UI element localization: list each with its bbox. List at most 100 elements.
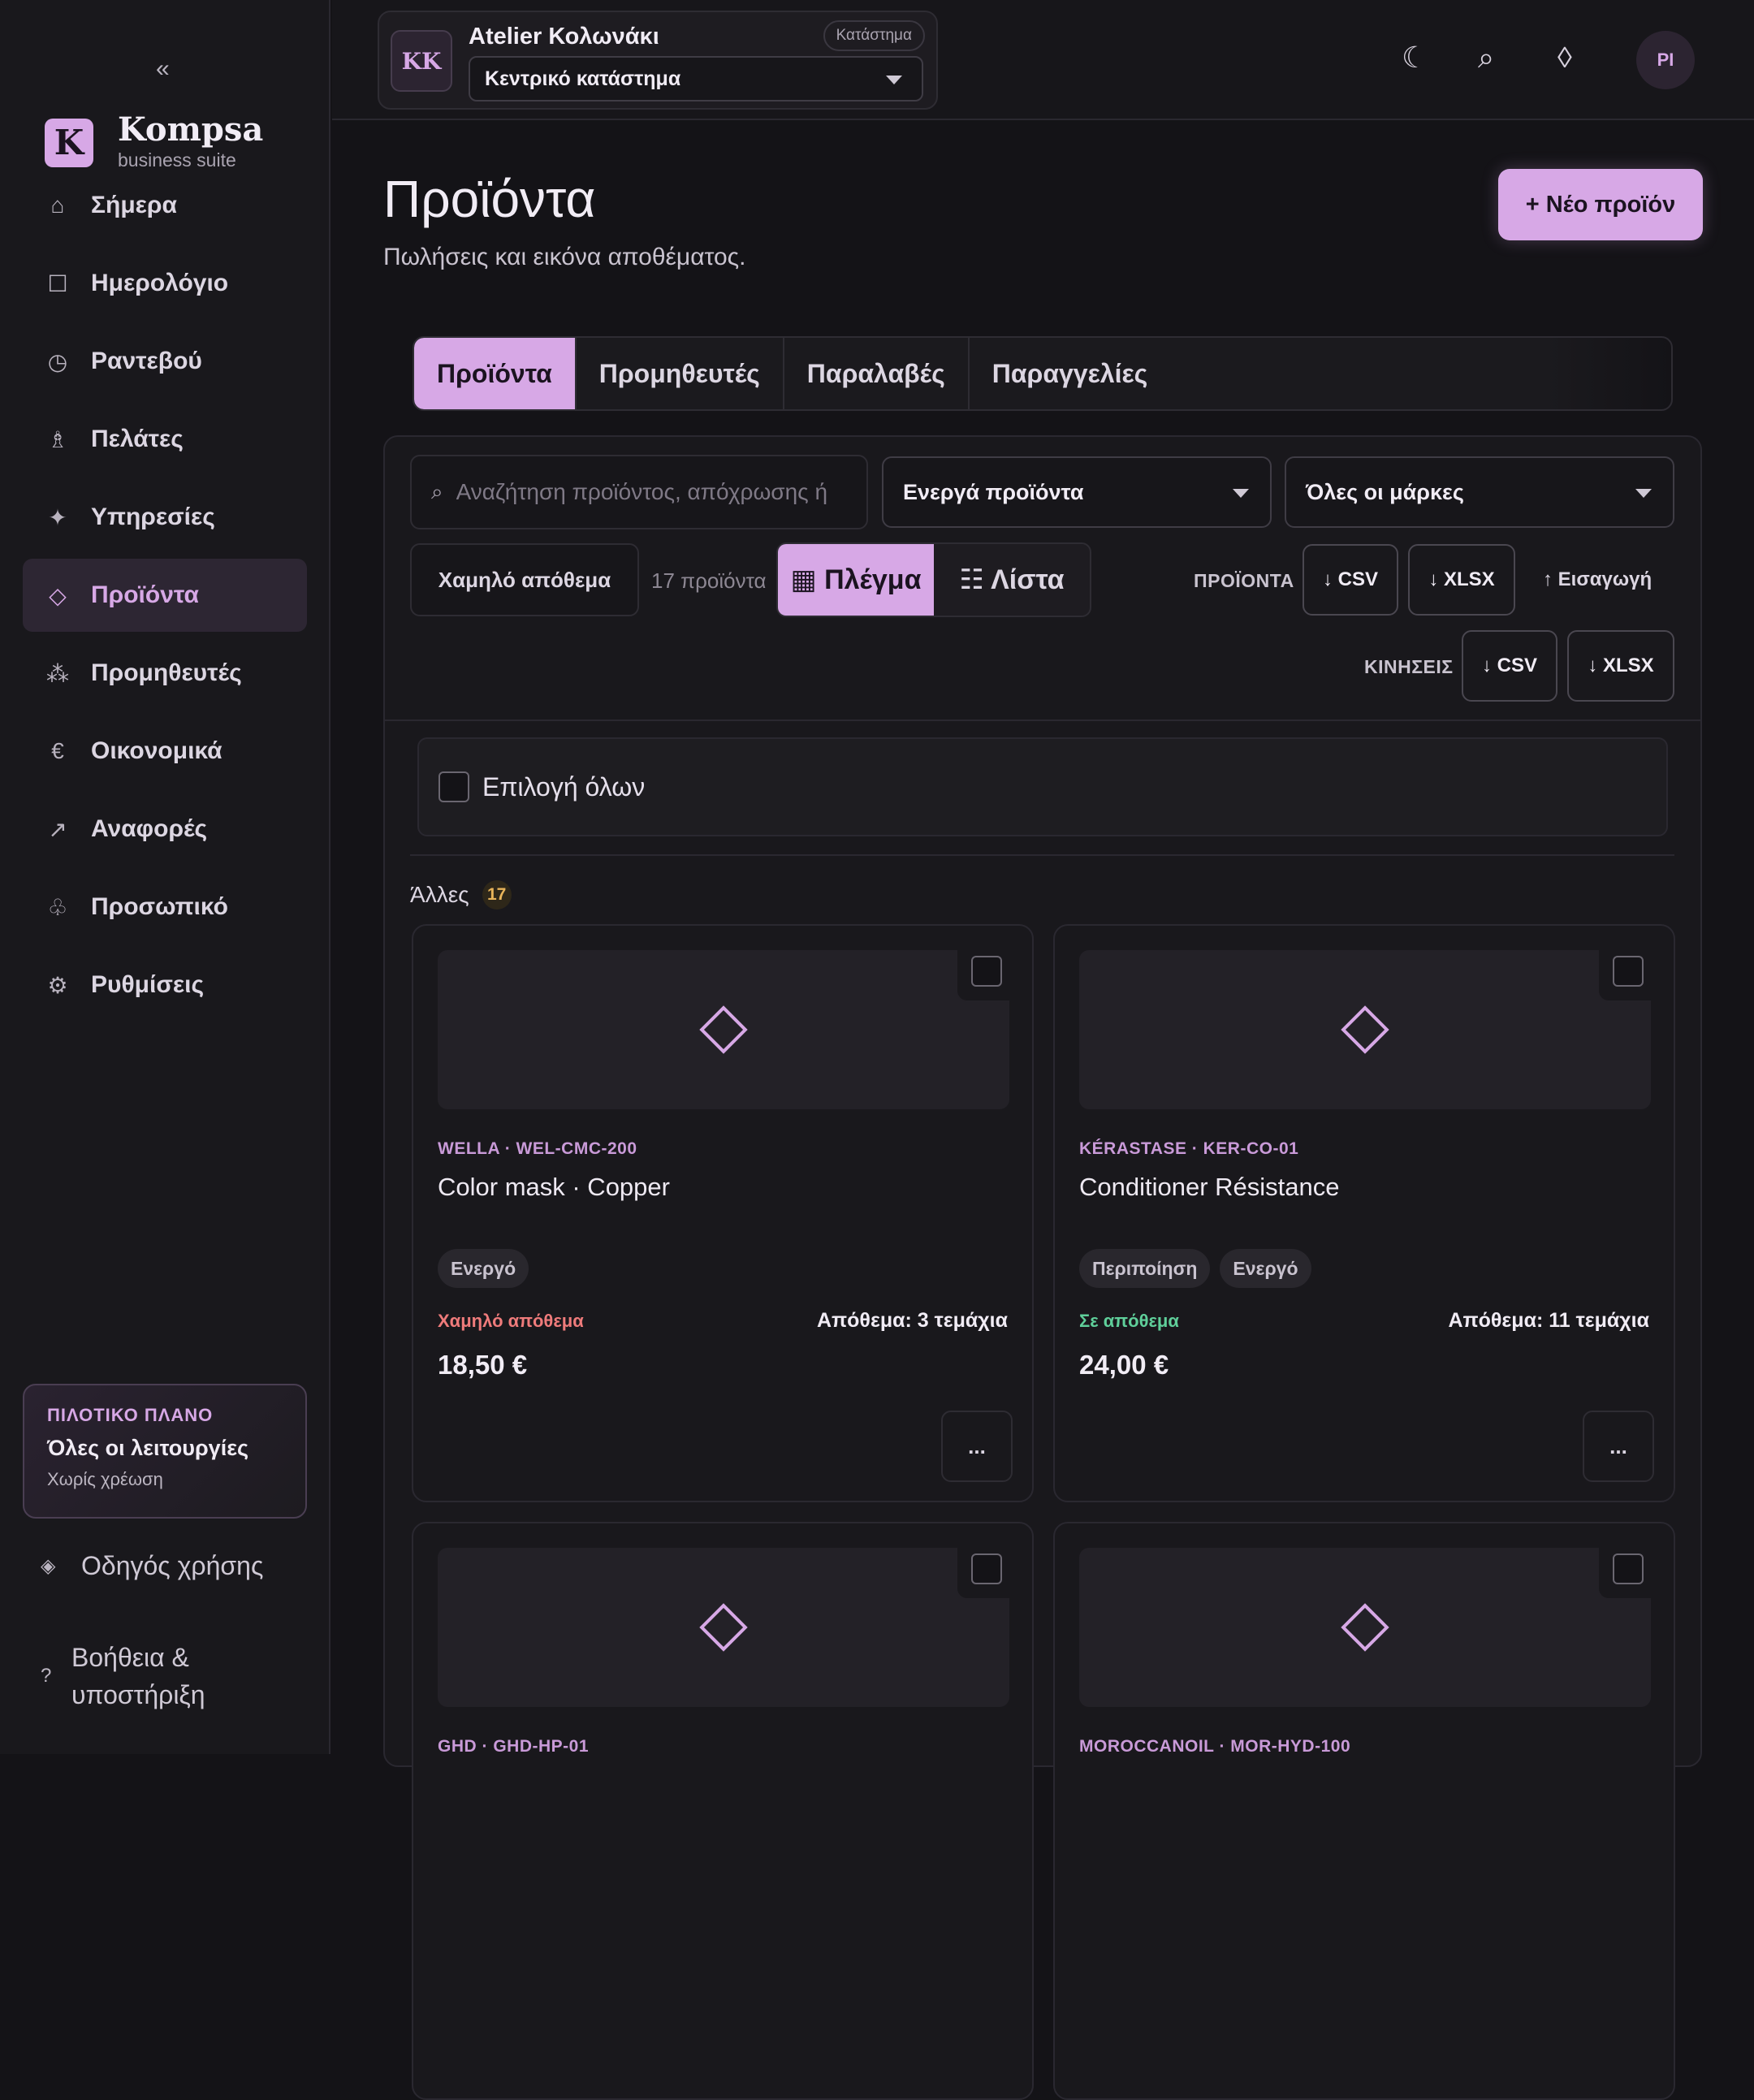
products-csv-button[interactable]: ↓ CSV bbox=[1303, 544, 1398, 616]
staff-icon: ♧ bbox=[47, 894, 68, 920]
product-checkbox[interactable] bbox=[971, 1553, 1002, 1584]
movements-csv-button[interactable]: ↓ CSV bbox=[1462, 630, 1557, 702]
user-guide-link[interactable]: ◈ Οδηγός χρήσης bbox=[41, 1551, 263, 1581]
import-button[interactable]: ↑ Εισαγωγή bbox=[1543, 568, 1652, 591]
more-actions-button[interactable]: ... bbox=[941, 1411, 1013, 1482]
product-brand-sku: MOROCCANOIL · MOR-HYD-100 bbox=[1079, 1737, 1351, 1756]
help-icon: ? bbox=[41, 1665, 52, 1687]
store-select[interactable]: Κεντρικό κατάστημα bbox=[469, 56, 923, 102]
moon-icon[interactable]: ☾ bbox=[1402, 41, 1428, 75]
stock-quantity: Απόθεμα: 3 τεμάχια bbox=[816, 1309, 1008, 1332]
sidebar-item-label: Υπηρεσίες bbox=[91, 503, 215, 530]
chevron-down-icon bbox=[1635, 489, 1652, 498]
page-title: Προϊόντα bbox=[383, 170, 596, 228]
sidebar-item-label: Ρυθμίσεις bbox=[91, 971, 205, 998]
sidebar-item-label: Ημερολόγιο bbox=[91, 270, 229, 296]
sidebar-item-label: Οικονομικά bbox=[91, 737, 222, 764]
product-checkbox[interactable] bbox=[1613, 1553, 1644, 1584]
diamond-icon[interactable]: ◊ bbox=[1557, 41, 1572, 75]
product-card[interactable]: GHD · GHD-HP-01 bbox=[412, 1522, 1034, 2100]
search-input[interactable] bbox=[456, 479, 830, 505]
diamond-icon bbox=[1341, 1603, 1389, 1652]
store-name: Atelier Κολωνάκι bbox=[469, 24, 659, 50]
store-badge: Κατάστημα bbox=[823, 20, 925, 51]
low-stock-filter-button[interactable]: Χαμηλό απόθεμα bbox=[410, 543, 639, 616]
product-image-placeholder bbox=[1079, 1548, 1651, 1707]
status-filter-value: Ενεργά προϊόντα bbox=[903, 479, 1084, 504]
products-xlsx-button[interactable]: ↓ XLSX bbox=[1408, 544, 1515, 616]
product-image-placeholder bbox=[438, 1548, 1009, 1707]
help-support-link[interactable]: ? Βοήθεια & υποστήριξη bbox=[41, 1639, 205, 1713]
sidebar-item-9[interactable]: ♧ Προσωπικό bbox=[23, 871, 307, 944]
product-card[interactable]: MOROCCANOIL · MOR-HYD-100 bbox=[1053, 1522, 1675, 2100]
diamond-icon: ◇ bbox=[49, 582, 67, 608]
collapse-sidebar-icon[interactable]: « bbox=[156, 55, 170, 83]
product-price: 18,50 € bbox=[438, 1350, 528, 1380]
sidebar-item-2[interactable]: ◷ Ραντεβού bbox=[23, 325, 307, 398]
sidebar-item-label: Προσωπικό bbox=[91, 893, 228, 920]
more-actions-button[interactable]: ... bbox=[1583, 1411, 1654, 1482]
plan-title: Όλες οι λειτουργίες bbox=[47, 1436, 249, 1460]
search-icon[interactable]: ⌕ bbox=[1478, 41, 1494, 76]
status-filter-select[interactable]: Ενεργά προϊόντα bbox=[882, 456, 1272, 528]
product-card[interactable]: KÉRASTASE · KER-CO-01 Conditioner Résista… bbox=[1053, 924, 1675, 1502]
sidebar-item-3[interactable]: ♗ Πελάτες bbox=[23, 403, 307, 476]
tab-products[interactable]: Προϊόντα bbox=[414, 338, 577, 409]
product-brand-sku: WELLA · WEL-CMC-200 bbox=[438, 1139, 637, 1158]
select-all-bar[interactable]: Επιλογή όλων bbox=[417, 737, 1668, 836]
tab-receipts[interactable]: Παραλαβές bbox=[784, 338, 970, 409]
tab-suppliers[interactable]: Προμηθευτές bbox=[577, 338, 784, 409]
brand-filter-select[interactable]: Όλες οι μάρκες bbox=[1285, 456, 1674, 528]
clients-icon: ♗ bbox=[47, 426, 68, 452]
clock-icon: ◷ bbox=[47, 348, 68, 374]
brand-filter-value: Όλες οι μάρκες bbox=[1306, 479, 1464, 504]
search-field[interactable]: ⌕ bbox=[410, 455, 868, 529]
new-product-button[interactable]: + Νέο προϊόν bbox=[1498, 169, 1703, 240]
user-guide-label: Οδηγός χρήσης bbox=[81, 1551, 264, 1580]
gear-icon: ⚙ bbox=[47, 972, 68, 998]
search-icon: ⌕ bbox=[431, 479, 443, 503]
plan-card[interactable]: ΠΙΛΟΤΙΚΟ ΠΛΑΝΟ Όλες οι λειτουργίες Χωρίς… bbox=[23, 1384, 307, 1519]
sidebar-item-8[interactable]: ↗ Αναφορές bbox=[23, 793, 307, 866]
product-count: 17 προϊόντα bbox=[651, 568, 767, 593]
divider bbox=[410, 854, 1674, 856]
page-subtitle: Πωλήσεις και εικόνα αποθέματος. bbox=[383, 244, 746, 270]
view-toggle: ▦ Πλέγμα ☷ Λίστα bbox=[776, 542, 1091, 617]
sidebar-item-1[interactable]: ☐ Ημερολόγιο bbox=[23, 247, 307, 320]
sparkle-icon: ✦ bbox=[48, 504, 67, 530]
product-image-placeholder bbox=[438, 950, 1009, 1109]
guide-icon: ◈ bbox=[41, 1555, 56, 1577]
products-export-label: ΠΡΟΪΟΝΤΑ bbox=[1194, 570, 1294, 591]
sidebar-item-label: Προϊόντα bbox=[91, 581, 199, 608]
brand-subtitle: business suite bbox=[118, 149, 236, 171]
brand[interactable]: K Kompsa business suite bbox=[45, 114, 263, 171]
user-avatar[interactable]: PI bbox=[1636, 31, 1695, 89]
product-checkbox[interactable] bbox=[1613, 956, 1644, 987]
product-card[interactable]: WELLA · WEL-CMC-200 Color mask · Copper Εν… bbox=[412, 924, 1034, 1502]
chevron-down-icon bbox=[1233, 489, 1249, 498]
status-chip: Ενεργό bbox=[438, 1249, 529, 1288]
plan-subtitle: Χωρίς χρέωση bbox=[47, 1469, 163, 1489]
stock-status: Σε απόθεμα bbox=[1079, 1311, 1179, 1331]
sidebar-item-label: Ραντεβού bbox=[91, 348, 202, 374]
stock-status: Χαμηλό απόθεμα bbox=[438, 1311, 584, 1331]
product-checkbox[interactable] bbox=[971, 956, 1002, 987]
sidebar-item-0[interactable]: ⌂ Σήμερα bbox=[23, 169, 307, 242]
status-chip: Ενεργό bbox=[1220, 1249, 1311, 1288]
status-chip: Περιποίηση bbox=[1079, 1249, 1211, 1288]
list-view-button[interactable]: ☷ Λίστα bbox=[934, 544, 1090, 616]
brand-logo: K bbox=[45, 118, 93, 167]
tab-orders[interactable]: Παραγγελίες bbox=[970, 338, 1171, 409]
product-brand-sku: KÉRASTASE · KER-CO-01 bbox=[1079, 1139, 1299, 1158]
sidebar-item-10[interactable]: ⚙ Ρυθμίσεις bbox=[23, 948, 307, 1022]
group-count-badge: 17 bbox=[482, 880, 512, 910]
sidebar-item-7[interactable]: € Οικονομικά bbox=[23, 715, 307, 788]
sidebar-item-6[interactable]: ⁂ Προμηθευτές bbox=[23, 637, 307, 710]
sidebar-item-4[interactable]: ✦ Υπηρεσίες bbox=[23, 481, 307, 554]
grid-view-button[interactable]: ▦ Πλέγμα bbox=[778, 544, 934, 616]
sidebar-item-5[interactable]: ◇ Προϊόντα bbox=[23, 559, 307, 632]
product-price: 24,00 € bbox=[1079, 1350, 1169, 1380]
select-all-checkbox[interactable] bbox=[438, 771, 469, 802]
movements-xlsx-button[interactable]: ↓ XLSX bbox=[1567, 630, 1674, 702]
chip-row: Ενεργό bbox=[438, 1249, 538, 1288]
